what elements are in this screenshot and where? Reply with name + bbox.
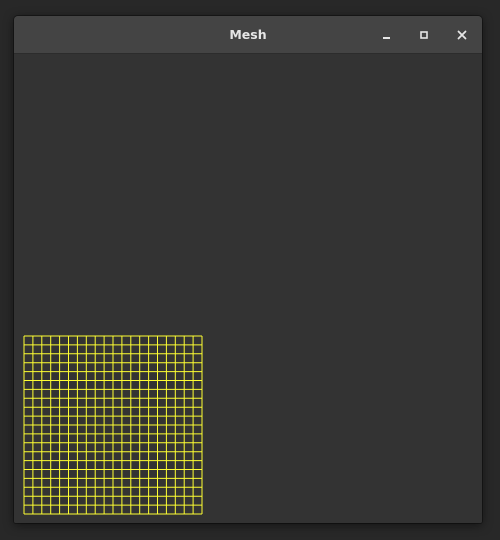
- maximize-button[interactable]: [414, 25, 434, 45]
- mesh-grid: [23, 335, 203, 515]
- window-title: Mesh: [229, 27, 267, 42]
- app-window: Mesh: [14, 16, 482, 523]
- render-canvas[interactable]: [14, 54, 482, 523]
- close-button[interactable]: [452, 25, 472, 45]
- minimize-icon: [383, 37, 390, 39]
- minimize-button[interactable]: [377, 25, 397, 45]
- title-bar[interactable]: Mesh: [14, 16, 482, 54]
- maximize-icon: [420, 31, 428, 39]
- close-icon: [457, 30, 467, 40]
